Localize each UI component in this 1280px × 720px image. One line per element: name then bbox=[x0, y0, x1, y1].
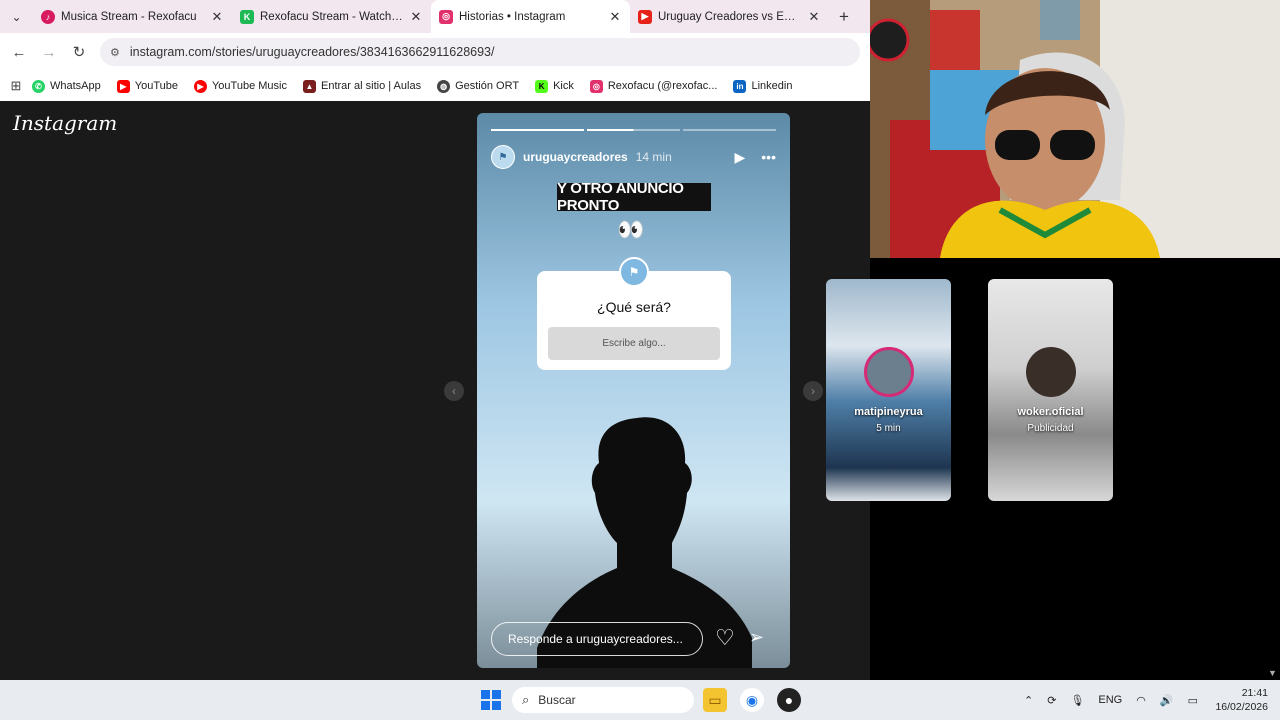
reload-button[interactable]: ↻ bbox=[64, 43, 94, 61]
close-icon[interactable]: ✕ bbox=[409, 9, 423, 25]
story-banner-text: Y OTRO ANUNCIO PRONTO bbox=[557, 180, 711, 214]
tab-title: Musica Stream - Rexofacu bbox=[61, 10, 197, 23]
bookmark-youtube[interactable]: ▶ YouTube bbox=[116, 79, 178, 93]
progress-segment bbox=[587, 129, 680, 131]
clock-date: 16/02/2026 bbox=[1215, 701, 1268, 713]
next-story-button[interactable]: › bbox=[803, 381, 823, 401]
navigation-bar: ← → ↻ ⚙ instagram.com/stories/uruguaycre… bbox=[0, 33, 870, 71]
globe-icon: ◍ bbox=[437, 79, 451, 93]
eyes-emoji: 👀 bbox=[617, 217, 645, 242]
close-icon[interactable]: ✕ bbox=[210, 9, 224, 25]
music-icon: ♪ bbox=[41, 9, 55, 24]
story-time: 14 min bbox=[635, 150, 672, 164]
tab-title: Uruguay Creadores vs Ex jugadores bbox=[658, 10, 801, 23]
play-icon[interactable]: ▶ bbox=[735, 149, 746, 166]
youtube-icon: ▶ bbox=[638, 9, 652, 24]
back-button[interactable]: ← bbox=[4, 44, 34, 61]
file-explorer-icon[interactable]: ▭ bbox=[703, 688, 727, 712]
volume-icon[interactable]: 🔊 bbox=[1160, 694, 1174, 707]
story-avatar[interactable]: ⚑ bbox=[491, 145, 515, 169]
kick-icon: K bbox=[535, 79, 549, 93]
progress-segment bbox=[683, 129, 776, 131]
bookmark-label: Entrar al sitio | Aulas bbox=[321, 80, 422, 92]
tab-instagram-stories[interactable]: ◎ Historias • Instagram ✕ bbox=[431, 0, 630, 33]
linkedin-icon: in bbox=[733, 79, 747, 93]
question-sticker[interactable]: ⚑ ¿Qué será? Escribe algo... bbox=[537, 257, 731, 370]
apps-grid-icon[interactable]: ⊞ bbox=[0, 78, 32, 94]
tab-kick-stream[interactable]: K Rexofacu Stream - Watch Live on Kick ✕ bbox=[232, 0, 431, 33]
bookmark-label: WhatsApp bbox=[50, 80, 101, 92]
start-button[interactable] bbox=[481, 690, 501, 710]
dark-background-panel bbox=[870, 102, 1280, 680]
story-progress bbox=[491, 129, 776, 131]
bookmark-gestion-ort[interactable]: ◍ Gestión ORT bbox=[437, 79, 520, 93]
bookmark-label: Rexofacu (@rexofac... bbox=[607, 80, 718, 92]
tab-bar: ⌄ ♪ Musica Stream - Rexofacu ✕ K Rexofac… bbox=[0, 0, 870, 33]
youtube-icon: ▶ bbox=[116, 79, 130, 93]
instagram-page: Instagram ‹ › ⚑ uruguaycreadores 14 min … bbox=[0, 101, 1113, 680]
more-options-icon[interactable]: ••• bbox=[761, 149, 776, 166]
tab-title: Historias • Instagram bbox=[459, 10, 566, 23]
search-label: Buscar bbox=[538, 693, 576, 707]
story-header: ⚑ uruguaycreadores 14 min ▶ ••• bbox=[491, 145, 776, 169]
question-answer-input[interactable]: Escribe algo... bbox=[548, 327, 720, 360]
taskbar-search[interactable]: ⌕ Buscar bbox=[512, 687, 694, 713]
bookmark-aulas[interactable]: ▲ Entrar al sitio | Aulas bbox=[303, 79, 422, 93]
new-tab-button[interactable]: + bbox=[829, 7, 859, 27]
site-info-icon[interactable]: ⚙ bbox=[110, 46, 120, 59]
windows-taskbar: ⌕ Buscar ▭ ◉ ● ⌃ ⟳ 🎙 ENG ◠ 🔊 ▭ 21:41 16/… bbox=[0, 680, 1280, 720]
chevron-up-icon[interactable]: ⌃ bbox=[1024, 694, 1033, 707]
question-avatar: ⚑ bbox=[619, 257, 649, 287]
progress-segment bbox=[491, 129, 584, 131]
search-icon: ⌕ bbox=[522, 692, 530, 707]
story-username[interactable]: uruguaycreadores bbox=[523, 150, 628, 164]
bookmark-whatsapp[interactable]: ✆ WhatsApp bbox=[32, 79, 101, 93]
bookmark-label: Gestión ORT bbox=[455, 80, 520, 92]
story-actions: ▶ ••• bbox=[735, 149, 777, 166]
tab-musica-stream[interactable]: ♪ Musica Stream - Rexofacu ✕ bbox=[33, 0, 232, 33]
reply-input[interactable]: Responde a uruguaycreadores... bbox=[491, 622, 703, 656]
microphone-icon[interactable]: 🎙 bbox=[1070, 694, 1084, 707]
clock[interactable]: 21:41 16/02/2026 bbox=[1208, 686, 1268, 714]
app-icon[interactable]: ● bbox=[777, 688, 801, 712]
bookmarks-bar: ⊞ ✆ WhatsApp ▶ YouTube ▶ YouTube Music ▲ Ent… bbox=[0, 71, 870, 101]
battery-icon[interactable]: ▭ bbox=[1188, 694, 1198, 707]
tab-search-icon[interactable]: ⌄ bbox=[0, 0, 33, 33]
bookmark-linkedin[interactable]: in Linkedin bbox=[733, 79, 793, 93]
send-icon[interactable]: ➢ bbox=[749, 627, 764, 648]
bookmark-kick[interactable]: K Kick bbox=[535, 79, 574, 93]
language-indicator[interactable]: ENG bbox=[1098, 694, 1122, 706]
graduation-cap-icon: ▲ bbox=[303, 79, 316, 93]
instagram-icon: ◎ bbox=[589, 79, 603, 93]
heart-icon[interactable]: ♡ bbox=[715, 625, 735, 651]
instagram-icon: ◎ bbox=[439, 9, 453, 24]
bookmark-rexofacu-instagram[interactable]: ◎ Rexofacu (@rexofac... bbox=[589, 79, 718, 93]
tab-youtube-video[interactable]: ▶ Uruguay Creadores vs Ex jugadores ✕ bbox=[630, 0, 829, 33]
whatsapp-icon: ✆ bbox=[32, 79, 45, 93]
address-bar[interactable]: ⚙ instagram.com/stories/uruguaycreadores… bbox=[100, 38, 860, 66]
bookmark-label: Kick bbox=[553, 80, 574, 92]
close-icon[interactable]: ✕ bbox=[608, 9, 622, 25]
system-tray: ⌃ ⟳ 🎙 ENG ◠ 🔊 ▭ bbox=[1024, 680, 1198, 720]
bookmark-youtube-music[interactable]: ▶ YouTube Music bbox=[193, 79, 287, 93]
wifi-icon[interactable]: ◠ bbox=[1136, 694, 1146, 707]
chrome-icon[interactable]: ◉ bbox=[740, 688, 764, 712]
youtube-music-icon: ▶ bbox=[193, 79, 207, 93]
question-text: ¿Qué será? bbox=[597, 299, 671, 315]
forward-button[interactable]: → bbox=[34, 44, 64, 61]
previous-story-button[interactable]: ‹ bbox=[444, 381, 464, 401]
bookmark-label: YouTube bbox=[134, 80, 178, 92]
close-icon[interactable]: ✕ bbox=[807, 9, 821, 25]
story-viewer[interactable]: ⚑ uruguaycreadores 14 min ▶ ••• Y OTRO A… bbox=[477, 113, 790, 668]
screen: ⌄ ♪ Musica Stream - Rexofacu ✕ K Rexofac… bbox=[0, 0, 1280, 720]
tab-title: Rexofacu Stream - Watch Live on Kick bbox=[260, 10, 403, 23]
clock-time: 21:41 bbox=[1241, 687, 1268, 699]
kick-icon: K bbox=[240, 9, 254, 24]
sync-icon[interactable]: ⟳ bbox=[1047, 694, 1056, 707]
instagram-logo[interactable]: Instagram bbox=[13, 111, 117, 135]
bookmark-label: Linkedin bbox=[751, 80, 793, 92]
scroll-down-icon[interactable]: ▼ bbox=[1268, 668, 1277, 678]
bookmark-label: YouTube Music bbox=[211, 80, 287, 92]
url-text: instagram.com/stories/uruguaycreadores/3… bbox=[129, 45, 495, 59]
